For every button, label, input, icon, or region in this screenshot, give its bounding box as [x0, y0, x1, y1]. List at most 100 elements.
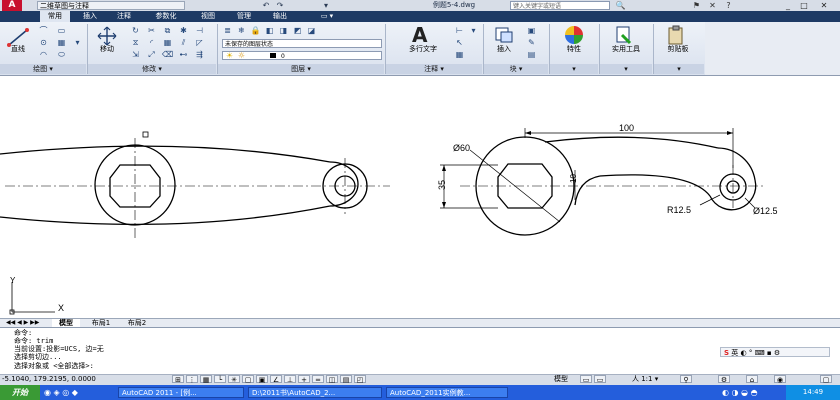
tab-parametric[interactable]: 参数化	[146, 11, 186, 22]
ortho-mode-toggle[interactable]: └	[214, 375, 226, 384]
quick-view-layouts-icon[interactable]: ▭	[580, 375, 592, 384]
tab-layout2[interactable]: 布局2	[120, 319, 154, 327]
close-button[interactable]: ✕	[818, 0, 830, 11]
explode-icon[interactable]: ✱	[178, 26, 189, 35]
sun-icon[interactable]: ☼	[236, 51, 247, 60]
snap-mode-toggle[interactable]: ⋮	[186, 375, 198, 384]
leader-icon[interactable]: ↖	[454, 38, 465, 47]
align-icon[interactable]: ⇶	[194, 50, 205, 59]
coordinate-readout[interactable]: -5.1040, 179.2195, 0.0000	[2, 375, 96, 384]
join-icon[interactable]: ⊷	[178, 50, 189, 59]
ime-toolbar[interactable]: S 英 ◐ ° ⌨ ▪ ⚙	[720, 347, 830, 357]
lock-ui-icon[interactable]: ⌂	[746, 375, 758, 384]
layer-off-icon[interactable]: ◩	[292, 26, 303, 35]
block-panel-label[interactable]: 块 ▾	[484, 64, 548, 74]
clipboard-icon[interactable]	[666, 25, 686, 45]
object-snap-toggle[interactable]: ▢	[242, 375, 254, 384]
create-block-icon[interactable]: ▣	[526, 26, 537, 35]
chamfer-icon[interactable]: ◸	[194, 38, 205, 47]
3d-osnap-toggle[interactable]: ▣	[256, 375, 268, 384]
ellipse-icon[interactable]: ⬭	[56, 50, 67, 59]
mtext-icon[interactable]: A	[412, 24, 427, 46]
annotation-panel-label[interactable]: 注释 ▾	[386, 64, 482, 74]
tab-view[interactable]: 视图	[194, 11, 222, 22]
array-icon[interactable]: ▦	[162, 38, 173, 47]
lightbulb-icon[interactable]: ☀	[224, 51, 235, 60]
layer-properties-icon[interactable]: ≣	[222, 26, 233, 35]
annotation-visibility-icon[interactable]: ⚲	[680, 375, 692, 384]
transparency-toggle[interactable]: ◫	[326, 375, 338, 384]
properties-panel-dropdown[interactable]: ▾	[550, 64, 598, 74]
tab-home[interactable]: 常用	[40, 11, 70, 22]
redo-icon[interactable]: ↷	[274, 1, 286, 10]
workspace-switch-icon[interactable]: ⚙	[718, 375, 730, 384]
model-space-label[interactable]: 模型	[554, 375, 568, 384]
erase-icon[interactable]: ⌫	[162, 50, 173, 59]
quick-properties-toggle[interactable]: ▤	[340, 375, 352, 384]
stretch-icon[interactable]: ⇲	[130, 50, 141, 59]
start-button[interactable]: 开始	[0, 385, 40, 400]
properties-icon[interactable]	[564, 25, 584, 45]
block-attr-icon[interactable]: ▤	[526, 50, 537, 59]
dynamic-input-toggle[interactable]: +	[298, 375, 310, 384]
restore-button[interactable]: □	[798, 0, 810, 11]
workspace-switcher[interactable]: 二维草图与注释	[37, 1, 185, 10]
command-window[interactable]	[0, 327, 840, 373]
draw-panel-label[interactable]: 绘图 ▾	[0, 64, 86, 74]
rotate-icon[interactable]: ↻	[130, 26, 141, 35]
dim-dropdown-icon[interactable]: ▾	[468, 26, 479, 35]
circle-icon[interactable]: ⊙	[38, 38, 49, 47]
break-icon[interactable]: ⊣	[194, 26, 205, 35]
offset-icon[interactable]: ⫽	[178, 38, 189, 47]
utilities-icon[interactable]	[614, 25, 634, 45]
fillet-icon[interactable]: ◜	[146, 38, 157, 47]
layers-panel-label[interactable]: 图层 ▾	[218, 64, 384, 74]
otrack-toggle[interactable]: ∠	[270, 375, 282, 384]
taskbar-item-folder[interactable]: D:\2011书\AutoCAD_2...	[248, 387, 382, 398]
layer-freeze-icon[interactable]: ❄	[236, 26, 247, 35]
quick-view-drawings-icon[interactable]: ▭	[594, 375, 606, 384]
table-icon[interactable]: ▦	[454, 50, 465, 59]
search-icon[interactable]: 🔍	[614, 0, 627, 11]
tab-annotate[interactable]: 注释	[110, 11, 138, 22]
qa-dropdown-icon[interactable]: ▾	[320, 1, 332, 10]
quick-launch-icons[interactable]: ◉ ◈ ◎ ◆	[44, 387, 78, 398]
help-icon[interactable]: ?	[722, 0, 735, 11]
ducs-toggle[interactable]: ⊥	[284, 375, 296, 384]
trim-icon[interactable]: ✂	[146, 26, 157, 35]
utilities-panel-dropdown[interactable]: ▾	[600, 64, 652, 74]
application-menu-button[interactable]: A	[2, 0, 22, 11]
tab-nav-arrows[interactable]: ◀◀ ◀ ▶ ▶▶	[6, 319, 46, 327]
clipboard-panel-dropdown[interactable]: ▾	[654, 64, 704, 74]
polar-tracking-toggle[interactable]: ✳	[228, 375, 240, 384]
edit-block-icon[interactable]: ✎	[526, 38, 537, 47]
insert-block-icon[interactable]	[494, 26, 514, 44]
tab-layout1[interactable]: 布局1	[84, 319, 118, 327]
tab-output[interactable]: 输出	[264, 11, 296, 22]
tab-insert[interactable]: 插入	[76, 11, 104, 22]
scale-icon[interactable]: ⤢	[146, 50, 157, 59]
layer-state-select[interactable]: 未保存的图层状态	[222, 39, 382, 48]
undo-icon[interactable]: ↶	[260, 1, 272, 10]
selection-cycling-toggle[interactable]: ◰	[354, 375, 366, 384]
communication-icon[interactable]: ⚑	[690, 0, 703, 11]
exchange-icon[interactable]: ✕	[706, 0, 719, 11]
copy-icon[interactable]: ⧉	[162, 26, 173, 35]
draw-more-icon[interactable]: ▾	[72, 38, 83, 47]
modify-panel-label[interactable]: 修改 ▾	[88, 64, 216, 74]
minimize-button[interactable]: _	[782, 0, 794, 11]
linear-dim-icon[interactable]: ⊢	[454, 26, 465, 35]
layer-iso-icon[interactable]: ◧	[264, 26, 275, 35]
command-prompt-line[interactable]: 选择对象或 <全部选择>:	[14, 362, 94, 370]
arc-icon[interactable]: ◠	[38, 50, 49, 59]
tab-manage[interactable]: 管理	[228, 11, 260, 22]
annotation-scale[interactable]: 人 1:1 ▾	[632, 375, 658, 384]
infer-constraints-toggle[interactable]: ⊞	[172, 375, 184, 384]
polyline-icon[interactable]: ⌒	[38, 26, 49, 35]
layer-lock-icon[interactable]: 🔒	[250, 26, 261, 35]
move-icon[interactable]	[96, 26, 118, 46]
search-input[interactable]: 键入关键字或短语	[510, 1, 610, 10]
rectangle-icon[interactable]: ▭	[56, 26, 67, 35]
tray-icons[interactable]: ◐ ◑ ◒ ◓	[722, 387, 758, 398]
system-clock[interactable]: 14:49	[786, 385, 840, 400]
